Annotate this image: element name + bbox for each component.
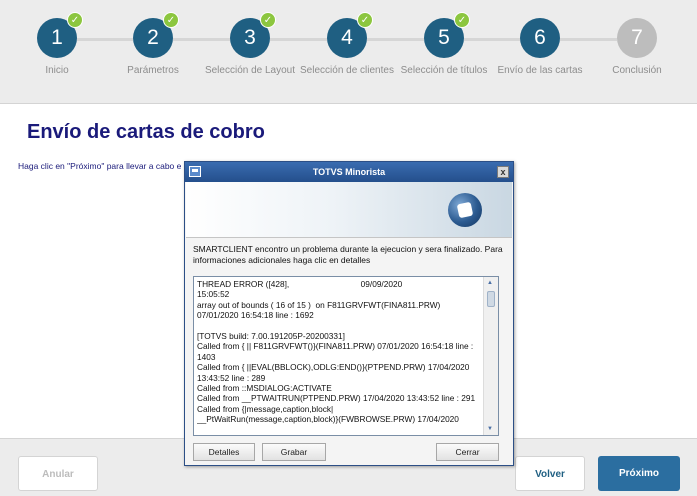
step-number: 4 ✓ [327,12,373,58]
log-line: THREAD ERROR ([428], 09/09/2020 [197,279,403,289]
step-label: Parámetros [127,65,179,76]
log-line: 15:05:52 [197,289,230,300]
scroll-up-icon[interactable]: ▲ [487,279,493,287]
log-scrollbar[interactable]: ▲ ▼ [483,277,498,435]
log-line: 07/01/2020 16:54:18 line : 1692 [197,310,314,321]
step-label: Inicio [45,65,69,76]
totvs-logo-icon [448,193,482,227]
log-line: Called from { || F811GRVFWT()}(FINA811.P… [197,341,474,352]
log-line: __PtWaitRun(message,caption,block)}(FWBR… [197,414,459,425]
step-number: 2 ✓ [133,12,179,58]
log-line: Called from { ||EVAL(BBLOCK),ODLG:END()}… [197,362,470,373]
step-label: Selección de Layout [204,65,296,76]
wizard-window: 1 ✓ Inicio 2 ✓ Parámetros 3 ✓ Selección de Layou… [0,0,697,496]
save-button[interactable]: Grabar [262,443,326,461]
step-label: Envío de las cartas [497,65,583,76]
wizard-stepper: 1 ✓ Inicio 2 ✓ Parámetros 3 ✓ Selección de Layou… [0,0,697,104]
check-icon: ✓ [454,12,470,28]
log-line: Called from {|message,caption,block| [197,403,334,414]
close-dialog-button[interactable]: Cerrar [436,443,499,461]
log-line: Called from ::MSDIALOG:ACTIVATE [197,383,332,394]
scroll-thumb[interactable] [487,291,495,307]
log-line: 13:43:52 line : 289 [197,372,266,383]
step-number: 3 ✓ [230,12,276,58]
step-label: Selección de títulos [400,65,488,76]
step-number: 6 [520,18,560,58]
log-line: [TOTVS build: 7.00.191205P-20200331] [197,331,345,342]
window-icon [189,166,201,177]
step-2: 2 ✓ Parámetros [103,12,203,77]
step-6: 6 Envío de las cartas [490,18,590,77]
step-3: 3 ✓ Selección de Layout [200,12,300,77]
next-button[interactable]: Próximo [598,456,680,491]
cancel-button[interactable]: Anular [18,456,98,491]
step-number: 5 ✓ [424,12,470,58]
details-button[interactable]: Detalles [193,443,255,461]
close-icon[interactable]: x [497,166,509,178]
dialog-title: TOTVS Minorista [312,167,386,177]
scroll-down-icon[interactable]: ▼ [487,425,493,433]
step-number: 7 [617,18,657,58]
log-line: 1403 [197,351,216,362]
check-icon: ✓ [357,12,373,28]
step-4: 4 ✓ Selección de clientes [297,12,397,77]
error-message: SMARTCLIENT encontro un problema durante… [193,244,503,265]
error-log-textarea[interactable]: THREAD ERROR ([428], 09/09/2020 15:05:52 a… [193,276,499,436]
step-number: 1 ✓ [37,12,83,58]
step-7: 7 Conclusión [587,18,687,77]
back-button[interactable]: Volver [515,456,585,491]
step-label: Conclusión [612,65,662,76]
error-log-text: THREAD ERROR ([428], 09/09/2020 15:05:52 a… [197,279,483,425]
check-icon: ✓ [67,12,83,28]
page-title: Envío de cartas de cobro [27,121,265,143]
instruction-text: Haga clic en "Próximo" para llevar a cab… [18,161,182,171]
log-line: array out of bounds ( 16 of 15 ) on F811… [197,299,441,310]
step-label: Selección de clientes [300,65,394,76]
log-line: Called from __PTWAITRUN(PTPEND.PRW) 17/0… [197,393,476,404]
error-dialog: TOTVS Minorista x SMARTCLIENT encontro u… [184,161,514,466]
dialog-titlebar[interactable]: TOTVS Minorista x [185,162,513,182]
check-icon: ✓ [260,12,276,28]
step-5: 5 ✓ Selección de títulos [394,12,494,77]
step-1: 1 ✓ Inicio [7,12,107,77]
dialog-banner [186,182,512,238]
check-icon: ✓ [163,12,179,28]
